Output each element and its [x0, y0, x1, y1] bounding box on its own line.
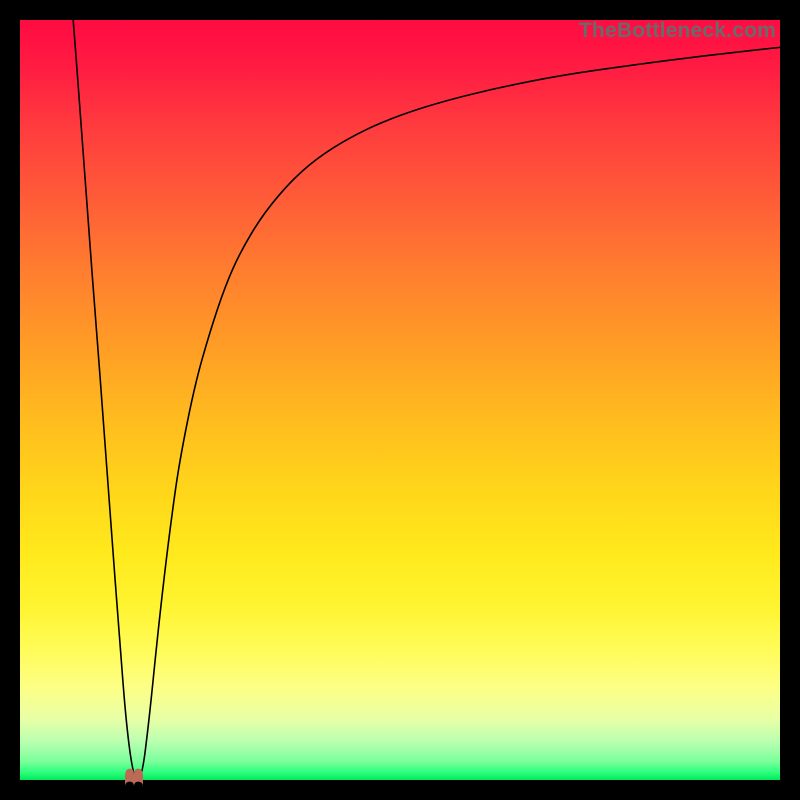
bottleneck-curve	[20, 20, 780, 780]
chart-frame: TheBottleneck.com	[20, 20, 780, 780]
watermark-text: TheBottleneck.com	[579, 19, 776, 43]
optimal-point-marker-icon	[121, 765, 147, 787]
